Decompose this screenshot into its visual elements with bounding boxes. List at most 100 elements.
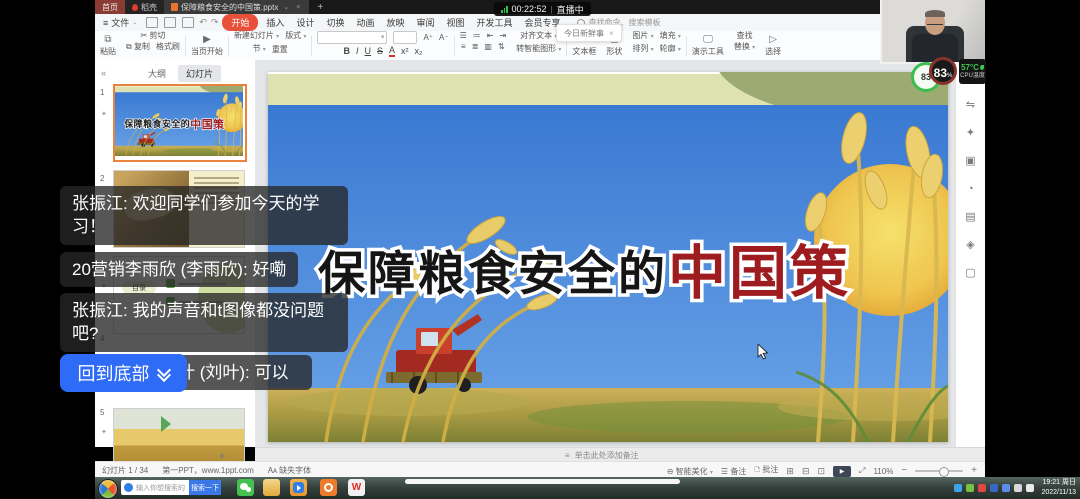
wps-icon[interactable]: W [348,479,365,496]
font-color-button[interactable]: A [389,46,395,57]
tab-close-icon[interactable]: × [294,4,302,11]
current-slide[interactable]: 保障粮食安全的中国策 [268,72,948,442]
tab-document[interactable]: 保障粮食安全的中国策.pptx ⌄ × [164,0,309,14]
normal-view-icon[interactable]: ⊞ [786,466,794,477]
tray-icon[interactable] [990,484,998,492]
news-tag[interactable]: 今日新鲜事 × [556,24,622,42]
explorer-icon[interactable] [263,479,280,496]
grow-font-icon[interactable]: A⁺ [423,33,433,42]
zoom-level[interactable]: 110% [873,467,893,476]
layout-button[interactable]: 版式 ▾ [285,31,306,42]
subscript-button[interactable]: x₂ [415,47,423,56]
reset-button[interactable]: 重置 [272,45,288,54]
comments-toggle[interactable]: 🗅 批注 [754,464,778,478]
cpu-temp-widget[interactable]: 57°C CPU温度 [959,59,986,84]
outline-button[interactable]: 轮廓 ▾ [660,44,681,55]
sidebar-icon[interactable]: ◈ [966,240,974,251]
tab-docer[interactable]: 稻壳 [125,0,164,14]
indent-icon[interactable]: ⇥ [499,31,506,40]
tab-slides[interactable]: 幻灯片 [178,65,221,82]
align-left-icon[interactable]: ≡ [461,42,466,51]
strike-button[interactable]: S [377,47,383,56]
new-slide-button[interactable]: 新建幻灯片 ▾ [234,31,279,42]
paste-button[interactable]: ⧉ 粘贴 [95,31,121,60]
italic-button[interactable]: I [356,47,359,56]
copy-button[interactable]: ⧉ 复制 [126,42,150,51]
battery-badge[interactable]: 83% [929,57,957,85]
arrange-button[interactable]: 排列 ▾ [632,44,653,55]
tray-icon[interactable] [1002,484,1010,492]
slide-canvas[interactable]: 保障粮食安全的中国策 [255,60,955,447]
cut-button[interactable]: ✂ 剪切 [141,31,166,40]
tray-icon[interactable] [1026,484,1034,492]
shrink-font-icon[interactable]: A⁻ [439,33,449,42]
sidebar-icon[interactable]: ⇋ [966,100,975,111]
ribbon-tab[interactable]: 设计 [290,15,320,30]
start-button[interactable] [98,479,118,499]
ribbon-tab[interactable]: 动画 [350,15,380,30]
bullets-icon[interactable]: ☰ [460,31,467,40]
format-painter-button[interactable]: 格式刷 [156,42,180,51]
save-icon[interactable] [146,17,158,28]
tab-home[interactable]: 首页 [95,0,125,14]
align-text-button[interactable]: 对齐文本 ▾ [520,31,557,42]
ribbon-tab[interactable]: 审阅 [411,15,441,30]
columns-icon[interactable]: ▥ [484,42,492,51]
zoom-slider[interactable] [915,470,963,472]
fit-icon[interactable]: ⤢ [859,466,865,476]
ribbon-tab[interactable]: 插入 [260,15,290,30]
font-size-select[interactable] [393,31,417,44]
superscript-button[interactable]: x² [401,47,409,56]
select-button[interactable]: ▷ 选择 [760,31,786,60]
reading-view-icon[interactable]: ⊡ [817,466,825,477]
align-center-icon[interactable]: ≣ [472,42,479,51]
collapse-panel-icon[interactable]: « [101,68,106,78]
notes-toggle[interactable]: ☰ 备注 [721,466,746,477]
ribbon-tab-start[interactable]: 开始 [222,14,258,31]
file-menu[interactable]: ≡ 文件 ⌄ [95,16,143,29]
tray-icon[interactable] [954,484,962,492]
replace-button[interactable]: 替换 ▾ [734,42,755,53]
find-button[interactable]: 查找 [737,31,753,40]
zoom-out-button[interactable]: − [901,466,907,476]
tray-icon[interactable] [966,484,974,492]
sidebar-icon[interactable]: ◔ [967,184,974,195]
notes-bar[interactable]: ≡ 单击此处添加备注 [255,447,985,462]
play-from-current-button[interactable]: ▶ 当页开始 [186,31,228,60]
tab-dropdown-icon[interactable]: ⌄ [281,3,291,11]
slideshow-button[interactable]: ▶ [833,466,851,477]
redo-icon[interactable]: ↷ [211,17,219,28]
ribbon-tab[interactable]: 开发工具 [471,15,519,30]
taskbar-search[interactable]: 输入你想搜索的 搜索一下 [121,480,221,495]
remote-tool-icon[interactable] [290,479,307,496]
present-tools-button[interactable]: 🖵 演示工具 [687,31,729,60]
sidebar-icon[interactable]: ▤ [965,212,975,223]
sidebar-icon[interactable]: ▢ [965,268,975,279]
fill-button[interactable]: 填充 ▾ [660,31,681,42]
sorter-view-icon[interactable]: ⊟ [802,466,810,477]
outdent-icon[interactable]: ⇤ [487,31,494,40]
underline-button[interactable]: U [364,47,371,56]
slide-thumbnail-1[interactable] [113,84,247,162]
sidebar-icon[interactable]: ✦ [966,128,975,139]
missing-font-item[interactable]: 🗛 缺失字体 [268,465,311,476]
bold-button[interactable]: B [343,47,350,56]
sidebar-icon[interactable]: ▣ [965,156,975,167]
zoom-in-button[interactable]: + [971,466,977,476]
tray-icon[interactable] [1014,484,1022,492]
new-tab-button[interactable]: + [309,0,331,14]
output-icon[interactable] [164,17,176,28]
tab-outline[interactable]: 大纲 [140,65,174,82]
recorder-icon[interactable] [320,479,337,496]
picture-button[interactable]: 图片 ▾ [632,31,653,42]
line-spacing-icon[interactable]: ⇅ [498,42,505,51]
taskbar-clock[interactable]: 19:21 周日 2022/11/13 [1041,478,1076,498]
wechat-icon[interactable] [237,479,254,496]
font-name-select[interactable]: ▾ [317,31,387,44]
back-to-bottom-button[interactable]: 回到底部 [60,354,187,392]
numbering-icon[interactable]: ≔ [473,31,481,40]
taskbar-search-button[interactable]: 搜索一下 [189,480,221,495]
undo-icon[interactable]: ↶ [199,17,207,28]
print-icon[interactable] [182,17,194,28]
beautify-button[interactable]: ⊖ 智能美化 ▾ [667,466,713,477]
